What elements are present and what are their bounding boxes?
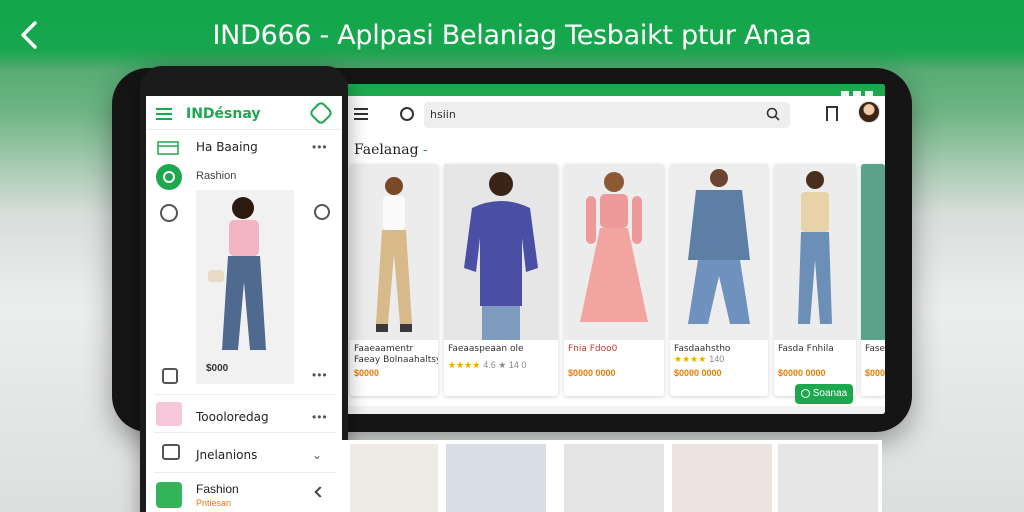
- product-name: Faseb: [865, 344, 885, 354]
- product-thumb[interactable]: [564, 444, 664, 512]
- banner-title: IND666 - Aplpasi Belaniag Tesbaikt ptur …: [212, 20, 812, 51]
- bookmark-icon[interactable]: [826, 106, 838, 121]
- product-price: $0000 0000: [778, 368, 826, 378]
- product-thumb[interactable]: [350, 444, 438, 512]
- portrait-screen: INDésnay Ha Baaing ••• Rashion $000 ••• …: [146, 96, 342, 512]
- rating-stars: ★★★★: [674, 354, 707, 364]
- search-input[interactable]: hsiin: [424, 102, 790, 128]
- fashion-category-icon[interactable]: [156, 482, 182, 508]
- more-icon[interactable]: •••: [312, 410, 328, 424]
- product-name: Fasda Fnhila: [778, 344, 834, 354]
- store-icon: [157, 141, 179, 155]
- bottom-strip: [340, 406, 885, 414]
- product-price: $0000: [354, 368, 380, 378]
- product-card[interactable]: Faaeaamentr Faeay Bolnaahaltsy $0000: [350, 164, 438, 396]
- app-toolbar: hsiin: [340, 96, 885, 134]
- status-bar: [340, 84, 885, 98]
- section-title-text: Faelanag: [354, 142, 419, 158]
- product-card[interactable]: Faeaaspeaan ole ★★★★ 4.6 ★ 14 0: [444, 164, 558, 396]
- category-icon[interactable]: [156, 164, 182, 190]
- product-card[interactable]: Faseb $0000: [861, 164, 885, 396]
- menu-icon[interactable]: [354, 108, 368, 120]
- product-price: $0000 0000: [674, 368, 722, 378]
- product-card[interactable]: Fasda Fnhila $0000 0000: [774, 164, 856, 396]
- product-rating: ★★★★ 4.6 ★ 14 0: [448, 360, 526, 371]
- divider: [154, 472, 336, 473]
- product-thumb[interactable]: [672, 444, 772, 512]
- shop-now-button[interactable]: Soanaa: [795, 384, 853, 404]
- product-image: [350, 164, 438, 340]
- product-image: [861, 164, 885, 340]
- section-title: Faelanag -: [354, 142, 428, 158]
- brand-bar: INDésnay: [146, 96, 342, 130]
- product-name: Fasdaahstho: [674, 344, 731, 354]
- menu-row-tools[interactable]: Toooloredag •••: [146, 402, 342, 432]
- product-name: Faeaaspeaan ole: [448, 344, 524, 354]
- gear-icon[interactable]: [308, 100, 334, 126]
- product-name: Faaeaamentr: [354, 344, 414, 354]
- lower-product-strip: [342, 440, 882, 512]
- chat-icon[interactable]: [314, 204, 330, 220]
- bag-icon[interactable]: [162, 368, 178, 384]
- rating-count: 140: [709, 354, 725, 364]
- product-image: [444, 164, 558, 340]
- circle-icon[interactable]: [400, 107, 414, 121]
- product-image: [670, 164, 768, 340]
- avatar[interactable]: [858, 101, 880, 123]
- product-card[interactable]: Fasdaahstho ★★★★ 140 $0000 0000: [670, 164, 768, 396]
- product-sub: Faeay Bolnaahaltsy: [354, 355, 438, 365]
- landscape-screen: hsiin Faelanag - Faaeaamentr Faeay Bolna…: [340, 84, 885, 414]
- status-icons: [837, 85, 877, 98]
- product-name: Fnia Fdoo0: [568, 344, 618, 354]
- product-image: [564, 164, 664, 340]
- product-thumb[interactable]: [778, 444, 878, 512]
- divider: [154, 394, 336, 395]
- featured-price: $000: [206, 363, 229, 374]
- menu-row-relations[interactable]: Jnelanions ⌄: [146, 440, 342, 470]
- rating-stars: ★★★★: [448, 360, 481, 370]
- menu-row-home[interactable]: Ha Baaing •••: [146, 132, 342, 162]
- collapse-icon[interactable]: ⌄: [312, 448, 323, 462]
- search-icon[interactable]: [766, 107, 780, 121]
- divider: [154, 432, 336, 433]
- menu-row-label: Ha Baaing: [196, 140, 258, 154]
- more-icon[interactable]: •••: [312, 140, 328, 154]
- chevron-left-icon[interactable]: [314, 486, 326, 498]
- brand-logo: INDésnay: [186, 106, 261, 122]
- settings-icon[interactable]: [160, 204, 178, 222]
- hamburger-icon[interactable]: [156, 108, 172, 120]
- menu-row-label: Toooloredag: [196, 410, 269, 424]
- fashion-label: Rashion: [196, 170, 237, 182]
- product-price: $0000 0000: [568, 368, 616, 378]
- rating-count: 4.6 ★ 14 0: [483, 360, 527, 370]
- search-text: hsiin: [430, 108, 456, 121]
- menu-row-label: Jnelanions: [196, 448, 258, 462]
- product-card[interactable]: Fnia Fdoo0 $0000 0000: [564, 164, 664, 396]
- fashion-bottom-sub: Pntiesan: [196, 498, 232, 508]
- product-thumb[interactable]: [446, 444, 546, 512]
- featured-image: [196, 190, 294, 384]
- fashion-bottom-label: Fashion: [196, 482, 239, 496]
- product-rating: ★★★★ 140: [674, 354, 724, 365]
- section-title-suffix: -: [423, 142, 428, 158]
- more-icon[interactable]: •••: [312, 368, 328, 382]
- product-image: [774, 164, 856, 340]
- product-price: $0000: [865, 368, 885, 378]
